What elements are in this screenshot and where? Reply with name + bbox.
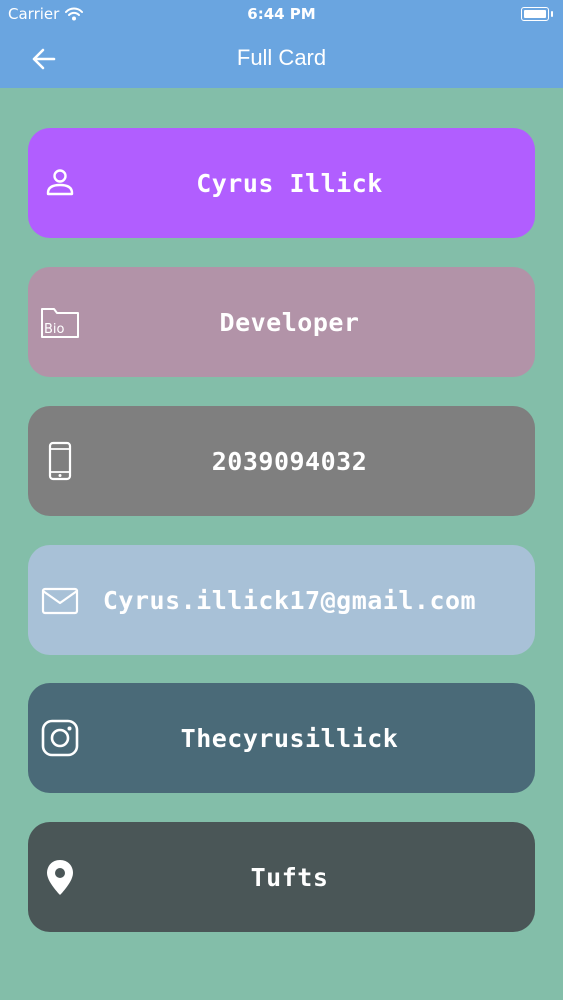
arrow-left-icon [32,48,56,70]
phone-card[interactable]: 2039094032 [28,406,535,516]
mail-icon [40,580,80,620]
card-text-name: Cyrus Illick [196,168,383,198]
instagram-icon [40,718,80,758]
status-bar: Carrier 6:44 PM [0,0,563,30]
card-text-email: Cyrus.illick17@gmail.com [102,585,477,615]
app-bar: Full Card [0,30,563,88]
email-card[interactable]: Cyrus.illick17@gmail.com [28,545,535,655]
location-card[interactable]: Tufts [28,822,535,932]
card-text-instagram: Thecyrusillick [180,723,399,753]
battery-icon [521,7,553,21]
phone-icon [40,441,80,481]
person-icon [40,163,80,203]
page-title: Full Card [236,45,327,70]
svg-text:Bio: Bio [44,322,65,337]
card-text-phone: 2039094032 [211,446,368,476]
back-button[interactable] [26,42,62,76]
instagram-card[interactable]: Thecyrusillick [28,683,535,793]
bio-folder-icon: Bio [40,302,80,342]
location-pin-icon [40,857,80,897]
status-time: 6:44 PM [247,5,316,23]
card-text-bio: Developer [219,307,360,337]
name-card[interactable]: Cyrus Illick [28,128,535,238]
bio-card[interactable]: Bio Developer [28,267,535,377]
card-text-location: Tufts [250,862,329,892]
